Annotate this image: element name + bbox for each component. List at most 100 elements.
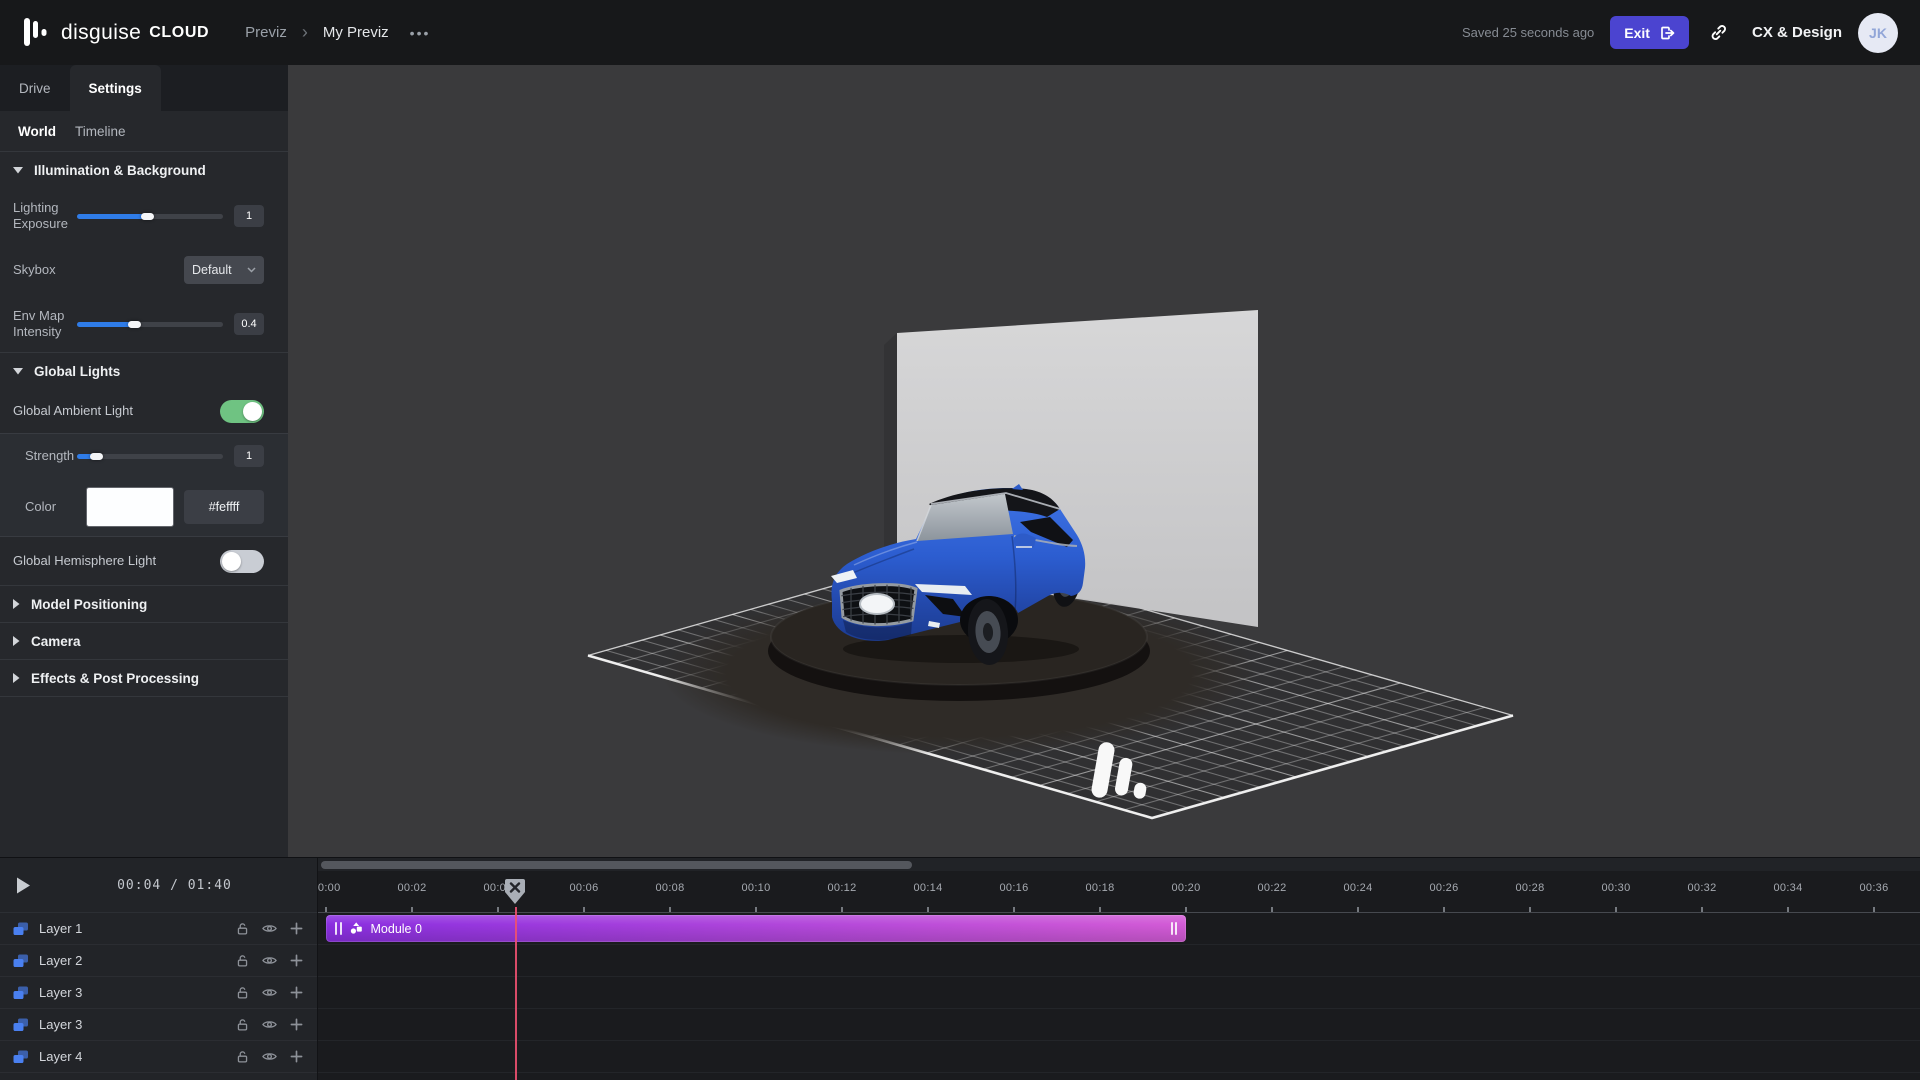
layer-icon — [12, 1049, 29, 1065]
ruler-tick-mark — [1099, 907, 1101, 912]
color-swatch[interactable] — [86, 487, 174, 527]
caret-right-icon — [13, 636, 20, 646]
ruler-tick-mark — [583, 907, 585, 912]
ruler-tick-mark — [1185, 907, 1187, 912]
ruler-tick-mark — [1271, 907, 1273, 912]
plus-icon[interactable] — [290, 954, 303, 967]
slider-handle[interactable] — [90, 453, 103, 460]
ruler-tick-label: 00:00 — [318, 882, 348, 894]
timeline-clip[interactable]: Module 0 — [326, 915, 1186, 942]
strength-slider[interactable] — [77, 453, 223, 460]
lighting-exposure-slider[interactable] — [77, 213, 223, 220]
timeline-lane[interactable] — [318, 977, 1920, 1009]
viewport-3d[interactable] — [288, 65, 1920, 857]
slider-handle[interactable] — [128, 321, 141, 328]
timeline-ruler[interactable]: 00:0000:0200:0400:0600:0800:1000:1200:14… — [318, 871, 1920, 913]
plus-icon[interactable] — [290, 1018, 303, 1031]
lock-icon[interactable] — [236, 986, 249, 1000]
timeline-lane[interactable] — [318, 945, 1920, 977]
caret-right-icon — [13, 599, 20, 609]
ruler-tick-mark — [1873, 907, 1875, 912]
link-icon[interactable] — [1709, 23, 1728, 42]
timeline-lane[interactable] — [318, 1009, 1920, 1041]
ruler-tick-label: 00:18 — [1078, 882, 1122, 894]
playhead-marker[interactable] — [504, 878, 526, 906]
strength-value[interactable]: 1 — [234, 445, 264, 467]
section-header-global-lights[interactable]: Global Lights — [0, 353, 288, 389]
tab-drive[interactable]: Drive — [0, 65, 70, 111]
subtab-world[interactable]: World — [18, 124, 56, 139]
section-camera: Camera — [0, 622, 288, 659]
eye-icon[interactable] — [262, 923, 277, 934]
clip-right-handle[interactable] — [1171, 922, 1178, 935]
ruler-tick-label: 00:08 — [648, 882, 692, 894]
layer-list: Layer 1Layer 2Layer 3Layer 3Layer 4 — [0, 913, 317, 1073]
ruler-tick-label: 00:20 — [1164, 882, 1208, 894]
eye-icon[interactable] — [262, 955, 277, 966]
plus-icon[interactable] — [290, 922, 303, 935]
timeline-tracks: 00:0000:0200:0400:0600:0800:1000:1200:14… — [318, 858, 1920, 1080]
ruler-tick-label: 00:36 — [1852, 882, 1896, 894]
section-header-camera[interactable]: Camera — [0, 623, 288, 659]
timeline-hscrollbar — [318, 858, 1920, 871]
timeline-lane[interactable] — [318, 1041, 1920, 1073]
more-menu-button[interactable]: ••• — [410, 25, 431, 41]
ruler-tick-label: 00:02 — [390, 882, 434, 894]
layer-row[interactable]: Layer 3 — [0, 1009, 317, 1041]
ruler-tick-label: 00:34 — [1766, 882, 1810, 894]
eye-icon[interactable] — [262, 1019, 277, 1030]
ruler-tick-label: 00:16 — [992, 882, 1036, 894]
play-button[interactable] — [0, 877, 46, 894]
ruler-tick-mark — [669, 907, 671, 912]
global-hemisphere-toggle[interactable] — [220, 550, 264, 573]
section-header-model-positioning[interactable]: Model Positioning — [0, 586, 288, 622]
section-illumination: Illumination & Background Lighting Expos… — [0, 151, 288, 352]
module-icon — [350, 922, 363, 935]
section-header-effects[interactable]: Effects & Post Processing — [0, 660, 288, 696]
section-title: Model Positioning — [31, 597, 147, 612]
global-hemisphere-label: Global Hemisphere Light — [13, 553, 220, 569]
plus-icon[interactable] — [290, 1050, 303, 1063]
chevron-right-icon: › — [302, 23, 308, 41]
avatar[interactable]: JK — [1858, 13, 1898, 53]
env-map-value[interactable]: 0.4 — [234, 313, 264, 335]
slider-handle[interactable] — [141, 213, 154, 220]
eye-icon[interactable] — [262, 987, 277, 998]
ruler-tick-mark — [841, 907, 843, 912]
strength-row: Strength 1 — [0, 434, 288, 478]
color-hex-field[interactable]: #feffff — [184, 490, 264, 524]
timeline-panel: 00:04 / 01:40 Layer 1Layer 2Layer 3Layer… — [0, 857, 1920, 1080]
env-map-slider[interactable] — [77, 321, 223, 328]
layer-row[interactable]: Layer 2 — [0, 945, 317, 977]
layer-icon — [12, 953, 29, 969]
ruler-tick-label: 00:32 — [1680, 882, 1724, 894]
global-ambient-toggle[interactable] — [220, 400, 264, 423]
section-header-illumination[interactable]: Illumination & Background — [0, 152, 288, 188]
lock-icon[interactable] — [236, 1018, 249, 1032]
ruler-tick-mark — [1529, 907, 1531, 912]
clip-left-handle[interactable] — [335, 922, 342, 935]
global-hemisphere-row: Global Hemisphere Light — [0, 537, 288, 585]
layer-row[interactable]: Layer 3 — [0, 977, 317, 1009]
layer-icon — [12, 1017, 29, 1033]
tab-settings[interactable]: Settings — [70, 65, 161, 111]
ruler-tick-mark — [497, 907, 499, 912]
car-badge — [860, 594, 894, 614]
playhead-line — [515, 907, 517, 1080]
layer-row[interactable]: Layer 1 — [0, 913, 317, 945]
hscrollbar-thumb[interactable] — [321, 861, 912, 869]
lock-icon[interactable] — [236, 954, 249, 968]
skybox-select[interactable]: Default — [184, 256, 264, 284]
skybox-selected-value: Default — [192, 263, 241, 277]
lighting-exposure-value[interactable]: 1 — [234, 205, 264, 227]
lock-icon[interactable] — [236, 922, 249, 936]
eye-icon[interactable] — [262, 1051, 277, 1062]
subtab-timeline[interactable]: Timeline — [75, 124, 126, 139]
exit-button[interactable]: Exit — [1610, 16, 1689, 49]
layer-icon — [12, 921, 29, 937]
ruler-tick-label: 00:06 — [562, 882, 606, 894]
breadcrumb-section[interactable]: Previz — [245, 24, 287, 41]
plus-icon[interactable] — [290, 986, 303, 999]
lock-icon[interactable] — [236, 1050, 249, 1064]
layer-row[interactable]: Layer 4 — [0, 1041, 317, 1073]
